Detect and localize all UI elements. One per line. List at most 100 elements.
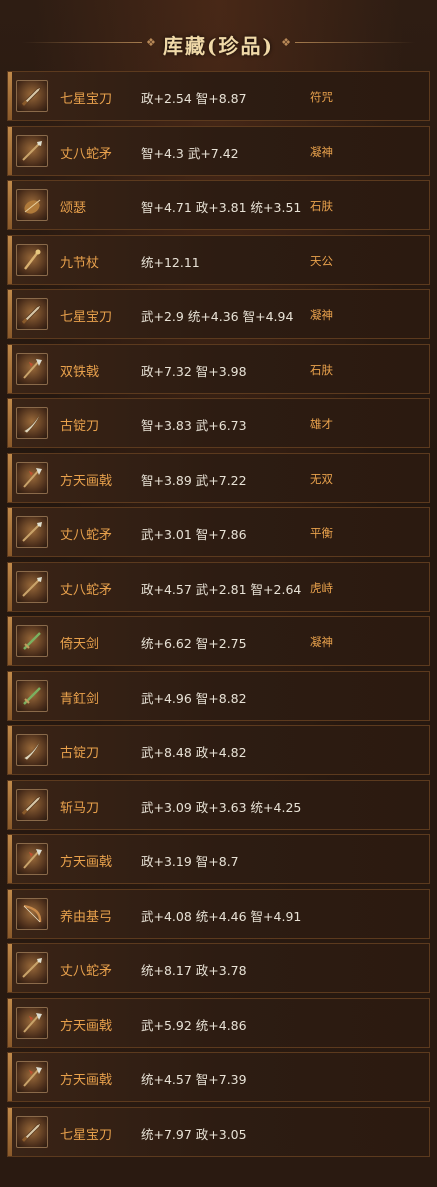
panel-header: ❖ ❖ 库藏(珍品) [0,0,437,64]
halberd-icon[interactable] [16,1006,48,1039]
item-name: 双铁戟 [60,364,100,380]
item-row[interactable]: 丈八蛇矛 武+3.01 智+7.86 平衡 [7,507,430,557]
item-row[interactable]: 丈八蛇矛 智+4.3 武+7.42 凝神 [7,125,430,176]
blade-icon[interactable] [16,1115,48,1148]
item-row[interactable]: 颂瑟 智+4.71 政+3.81 统+3.51 石肤 [7,180,430,230]
row-accent [8,126,12,175]
item-row[interactable]: 七星宝刀 武+2.9 统+4.36 智+4.94 凝神 [7,289,430,339]
item-row[interactable]: 方天画戟 政+3.19 智+8.7 [7,834,430,884]
item-name: 七星宝刀 [60,92,113,107]
row-accent [8,344,12,393]
item-row[interactable]: 倚天剑 统+6.62 智+2.75 凝神 [7,616,430,666]
item-skill: 虎峙 [310,580,333,595]
halberd-icon[interactable] [16,461,48,494]
spear-icon[interactable] [16,570,48,603]
item-name: 倚天剑 [60,637,100,652]
item-name: 丈八蛇矛 [60,146,113,162]
row-accent [8,671,12,720]
item-row[interactable]: 斩马刀 武+3.09 政+3.63 统+4.25 [7,779,430,830]
item-name: 丈八蛇矛 [60,582,113,598]
item-skill: 凝神 [310,635,333,649]
item-skill: 平衡 [310,526,333,540]
item-attributes: 统+8.17 政+3.78 [141,963,247,978]
row-accent [8,998,12,1047]
item-skill: 石肤 [310,199,333,213]
row-accent [8,181,12,229]
blade-icon[interactable] [16,788,48,821]
treasure-list: 七星宝刀 政+2.54 智+8.87 符咒 丈八蛇矛 智+4.3 武+7.42 凝神 颂瑟智… [7,71,430,1161]
sword-icon[interactable] [16,625,48,657]
row-accent [8,508,12,556]
item-row[interactable]: 青釭剑 武+4.96 智+8.82 [7,670,430,721]
item-name: 七星宝刀 [60,1127,113,1143]
item-attributes: 智+3.89 武+7.22 [141,472,247,488]
item-row[interactable]: 双铁戟 政+7.32 智+3.98 石肤 [7,343,430,394]
item-skill: 凝神 [310,308,333,322]
item-skill: 符咒 [310,90,333,104]
row-accent [8,290,12,338]
item-row[interactable]: 丈八蛇矛 政+4.57 武+2.81 智+2.64 虎峙 [7,561,430,612]
item-attributes: 武+2.9 统+4.36 智+4.94 [141,309,294,324]
row-accent [8,1107,12,1156]
item-name: 古锭刀 [60,419,100,434]
item-attributes: 武+4.96 智+8.82 [141,690,247,706]
spear-icon[interactable] [16,134,48,167]
item-attributes: 智+4.71 政+3.81 统+3.51 [141,200,302,215]
item-row[interactable]: 七星宝刀 政+2.54 智+8.87 符咒 [7,71,430,121]
treasure-panel: ❖ ❖ 库藏(珍品) 七星宝刀 政+2.54 智+8.87 符咒丈八蛇矛 智+4.3 … [0,0,437,1187]
item-attributes: 武+4.08 统+4.46 智+4.91 [141,908,302,924]
blade-icon[interactable] [16,80,48,112]
lute-icon[interactable] [16,189,48,221]
item-attributes: 政+2.54 智+8.87 [141,91,247,106]
spear-icon[interactable] [16,952,48,984]
item-row[interactable]: 九节杖 统+12.11 天公 [7,234,430,285]
item-row[interactable]: 古锭刀 武+8.48 政+4.82 [7,725,430,775]
sword-icon[interactable] [16,679,48,712]
row-accent [8,889,12,938]
item-row[interactable]: 方天画戟 武+5.92 统+4.86 [7,997,430,1048]
item-row[interactable]: 丈八蛇矛 统+8.17 政+3.78 [7,943,430,993]
row-accent [8,72,12,120]
sabre-icon[interactable] [16,734,48,766]
item-name: 古锭刀 [60,746,100,761]
item-row[interactable]: 养由基弓 武+4.08 统+4.46 智+4.91 [7,888,430,939]
item-name: 方天画戟 [60,1018,113,1034]
bow-icon[interactable] [16,897,48,930]
item-attributes: 智+4.3 武+7.42 [141,145,239,161]
staff-icon[interactable] [16,243,48,276]
item-row[interactable]: 方天画戟 智+3.89 武+7.22 无双 [7,452,430,503]
row-accent [8,453,12,502]
halberd-icon[interactable] [16,843,48,875]
item-row[interactable]: 七星宝刀 统+7.97 政+3.05 [7,1106,430,1157]
row-accent [8,780,12,829]
item-name: 方天画戟 [60,473,113,489]
item-skill: 天公 [310,253,333,268]
item-name: 养由基弓 [60,909,113,925]
row-accent [8,726,12,774]
item-skill: 凝神 [310,144,333,159]
row-accent [8,562,12,611]
item-name: 丈八蛇矛 [60,964,113,979]
item-attributes: 统+6.62 智+2.75 [141,636,247,651]
item-row[interactable]: 方天画戟 统+4.57 智+7.39 [7,1052,430,1102]
item-attributes: 政+4.57 武+2.81 智+2.64 [141,581,302,597]
item-name: 颂瑟 [60,201,87,216]
item-attributes: 武+3.09 政+3.63 统+4.25 [141,799,302,815]
item-skill: 石肤 [310,362,333,377]
halberd-icon[interactable] [16,352,48,385]
item-attributes: 政+3.19 智+8.7 [141,854,239,869]
item-skill: 无双 [310,471,333,486]
halberd-icon[interactable] [16,1061,48,1093]
item-row[interactable]: 古锭刀 智+3.83 武+6.73 雄才 [7,398,430,448]
item-attributes: 智+3.83 武+6.73 [141,418,247,433]
item-name: 七星宝刀 [60,310,113,325]
item-name: 九节杖 [60,255,100,271]
item-attributes: 统+12.11 [141,254,200,270]
item-attributes: 统+7.97 政+3.05 [141,1126,247,1142]
blade-icon[interactable] [16,298,48,330]
sabre-icon[interactable] [16,407,48,439]
item-name: 方天画戟 [60,1073,113,1088]
spear-icon[interactable] [16,516,48,548]
row-accent [8,944,12,992]
panel-title: 库藏(珍品) [163,34,274,58]
